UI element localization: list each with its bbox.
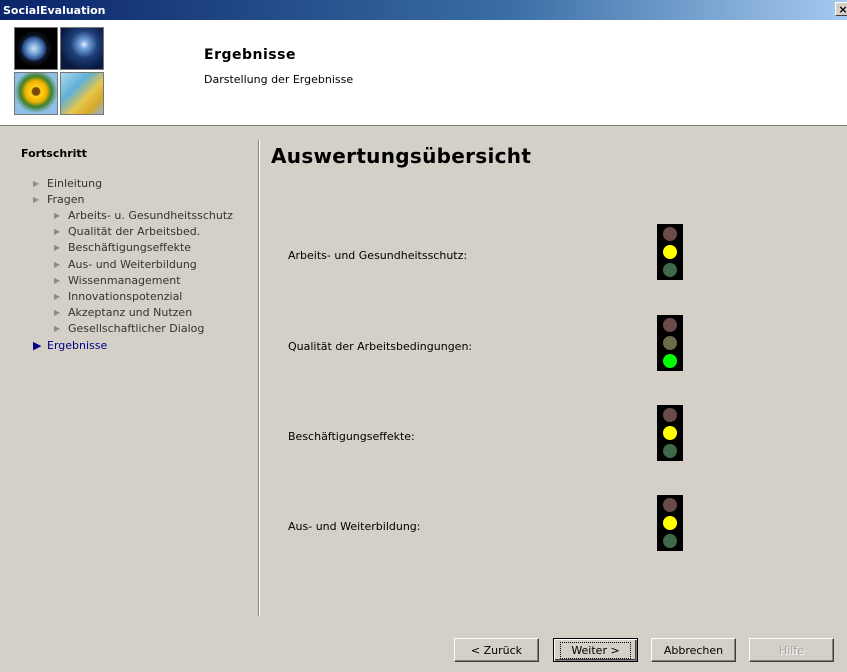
sidebar-item-label: Wissenmanagement <box>68 273 181 287</box>
traffic-light-icon <box>657 405 683 461</box>
arrow-right-icon: ▶ <box>54 275 61 285</box>
red-lamp <box>663 227 677 241</box>
sidebar-item[interactable]: ▶ Innovationspotenzial <box>54 288 182 304</box>
arrow-right-icon: ▶ <box>33 194 40 204</box>
result-row: Arbeits- und Gesundheitsschutz: <box>262 224 847 288</box>
green-lamp <box>663 263 677 277</box>
sidebar-item[interactable]: ▶ Beschäftigungseffekte <box>54 240 191 256</box>
sidebar-item[interactable]: ▶ Akzeptanz und Nutzen <box>54 305 192 321</box>
traffic-light-icon <box>657 315 683 371</box>
sidebar-item-label: Aus- und Weiterbildung <box>68 257 197 271</box>
arrow-right-icon: ▶ <box>54 308 61 318</box>
sidebar-item[interactable]: ▶ Ergebnisse <box>33 337 107 353</box>
green-lamp <box>663 444 677 458</box>
sidebar-item[interactable]: ▶ Gesellschaftlicher Dialog <box>54 321 204 337</box>
close-button[interactable]: × <box>835 2 847 16</box>
page-title: Ergebnisse <box>204 47 296 63</box>
window-title: SocialEvaluation <box>3 3 106 17</box>
arrow-right-icon: ▶ <box>33 338 42 352</box>
main-content: Auswertungsübersicht Arbeits- und Gesund… <box>262 127 847 617</box>
yellow-lamp <box>663 336 677 350</box>
result-label: Arbeits- und Gesundheitsschutz: <box>288 249 468 262</box>
arrow-right-icon: ▶ <box>54 291 61 301</box>
sidebar-item-label: Gesellschaftlicher Dialog <box>68 322 205 336</box>
title-bar: SocialEvaluation × <box>0 0 847 20</box>
sidebar-item[interactable]: ▶ Qualität der Arbeitsbed. <box>54 224 200 240</box>
wizard-header: Ergebnisse Darstellung der Ergebnisse <box>0 20 847 126</box>
red-lamp <box>663 318 677 332</box>
sidebar-item-label: Innovationspotenzial <box>68 289 183 303</box>
cancel-button-label: Abbrechen <box>663 643 724 657</box>
back-button-label: < Zurück <box>470 643 523 657</box>
result-label: Aus- und Weiterbildung: <box>288 520 421 533</box>
back-button[interactable]: < Zurück <box>454 638 539 662</box>
yellow-lamp <box>663 516 677 530</box>
traffic-light-icon <box>657 495 683 551</box>
traffic-light-icon <box>657 224 683 280</box>
sidebar-item-label: Ergebnisse <box>47 338 108 352</box>
sidebar-item-label: Qualität der Arbeitsbed. <box>68 225 201 239</box>
arrow-right-icon: ▶ <box>54 210 61 220</box>
earth-image <box>14 27 58 70</box>
sidebar-item-label: Einleitung <box>47 176 103 190</box>
arrow-right-icon: ▶ <box>54 243 61 253</box>
green-lamp <box>663 354 677 368</box>
arrow-right-icon: ▶ <box>33 178 40 188</box>
sidebar-item[interactable]: ▶ Aus- und Weiterbildung <box>54 256 197 272</box>
sidebar-divider <box>258 140 260 616</box>
sidebar-item-label: Akzeptanz und Nutzen <box>68 306 193 320</box>
progress-sidebar: Fortschritt ▶ Einleitung ▶ Fragen ▶ Arbeits- … <box>0 127 258 617</box>
page-subtitle: Darstellung der Ergebnisse <box>204 73 354 86</box>
sidebar-heading: Fortschritt <box>21 147 87 160</box>
sidebar-item[interactable]: ▶ Wissenmanagement <box>54 272 181 288</box>
next-button-label: Weiter > <box>560 641 631 659</box>
help-button-label: Hilfe <box>778 643 805 657</box>
result-row: Qualität der Arbeitsbedingungen: <box>262 315 847 379</box>
content-title: Auswertungsübersicht <box>271 144 532 168</box>
sidebar-item-label: Beschäftigungseffekte <box>68 241 192 255</box>
water-image <box>60 72 104 115</box>
sidebar-item-label: Arbeits- u. Gesundheitsschutz <box>68 208 233 222</box>
wind-turbine-image <box>60 27 104 70</box>
help-button: Hilfe <box>749 638 834 662</box>
arrow-right-icon: ▶ <box>54 259 61 269</box>
yellow-lamp <box>663 426 677 440</box>
sidebar-item[interactable]: ▶ Arbeits- u. Gesundheitsschutz <box>54 207 233 223</box>
result-row: Beschäftigungseffekte: <box>262 405 847 469</box>
yellow-lamp <box>663 245 677 259</box>
red-lamp <box>663 498 677 512</box>
result-label: Beschäftigungseffekte: <box>288 430 415 443</box>
next-button[interactable]: Weiter > <box>553 638 638 662</box>
banner-image <box>14 27 104 115</box>
arrow-right-icon: ▶ <box>54 227 61 237</box>
red-lamp <box>663 408 677 422</box>
sidebar-item[interactable]: ▶ Fragen <box>33 191 85 207</box>
cancel-button[interactable]: Abbrechen <box>651 638 736 662</box>
green-lamp <box>663 534 677 548</box>
result-row: Aus- und Weiterbildung: <box>262 495 847 559</box>
sidebar-item[interactable]: ▶ Einleitung <box>33 175 102 191</box>
arrow-right-icon: ▶ <box>54 324 61 334</box>
sidebar-item-label: Fragen <box>47 192 85 206</box>
result-label: Qualität der Arbeitsbedingungen: <box>288 340 473 353</box>
sunflower-image <box>14 72 58 115</box>
